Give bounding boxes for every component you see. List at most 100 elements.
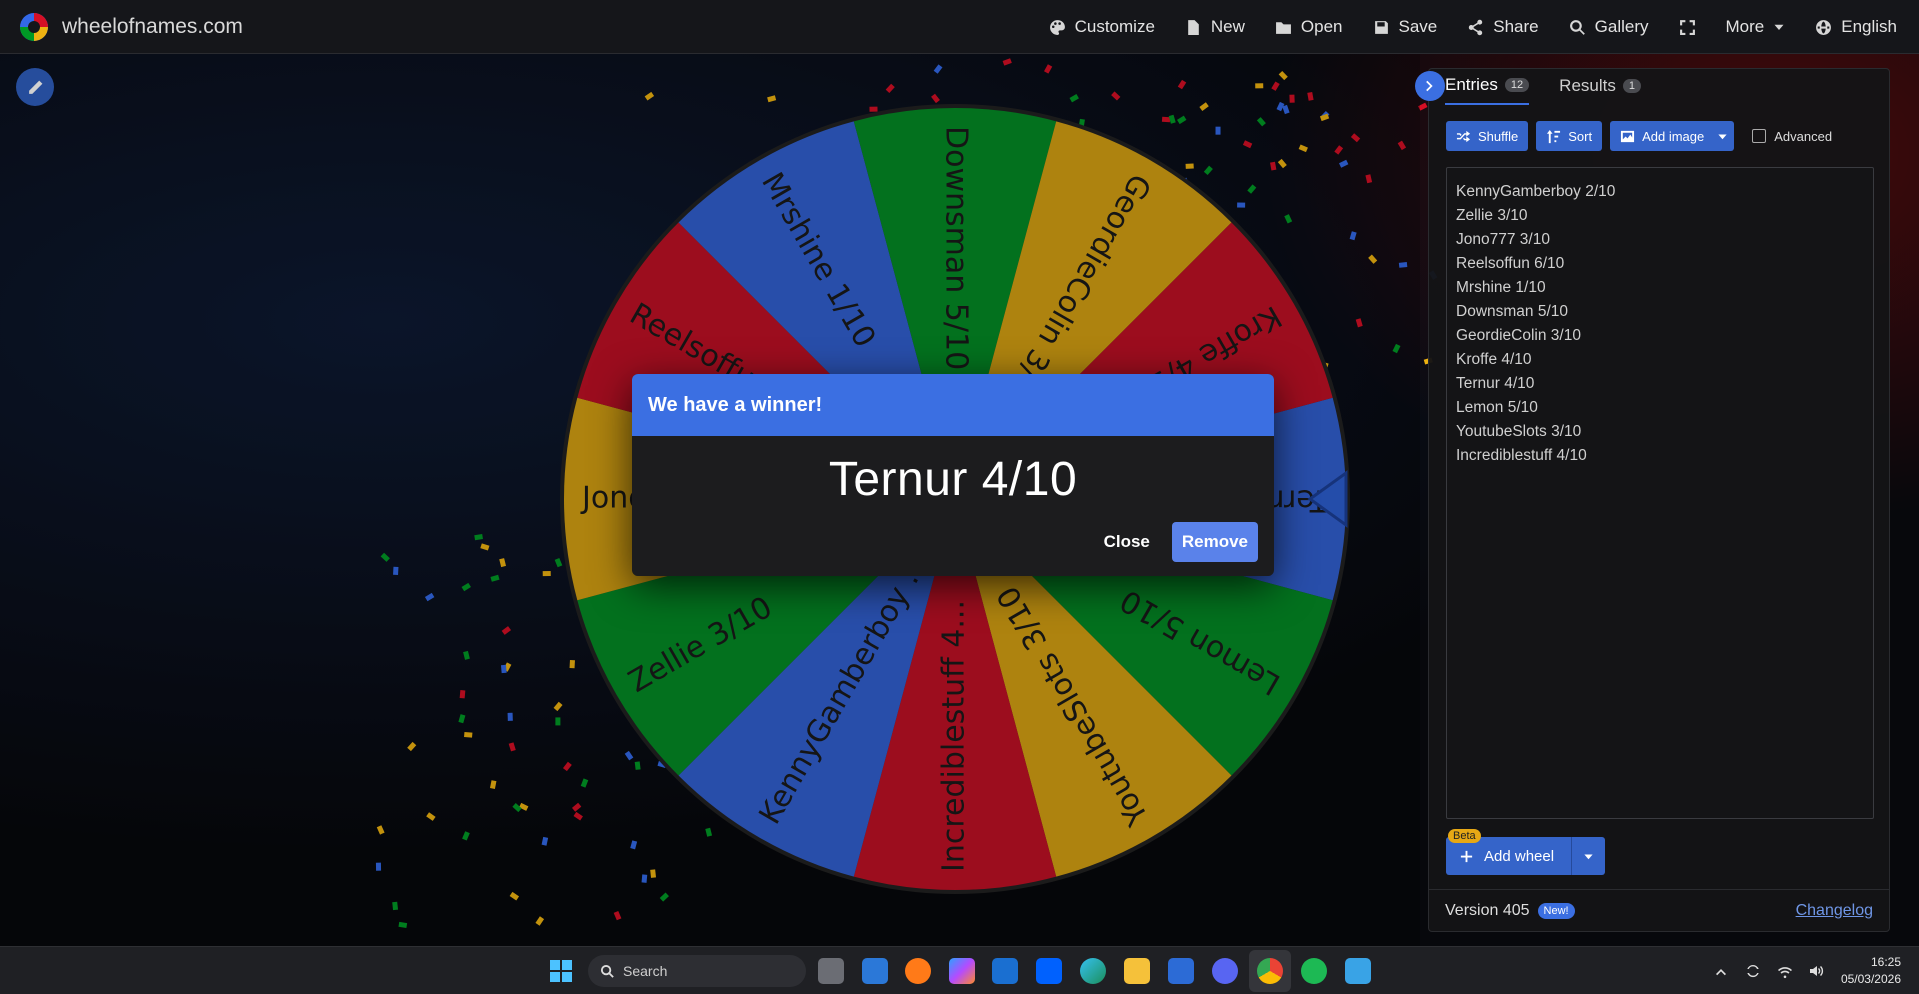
confetti-piece	[392, 901, 399, 911]
confetti-piece	[1418, 102, 1428, 111]
confetti-piece	[499, 558, 507, 568]
confetti-piece	[767, 95, 777, 103]
brand[interactable]: wheelofnames.com	[18, 11, 243, 43]
confetti-piece	[1368, 254, 1378, 264]
changelog-link[interactable]: Changelog	[1796, 902, 1873, 920]
file-icon	[1188, 19, 1199, 35]
confetti-piece	[1044, 64, 1053, 74]
menu-label: More	[1725, 17, 1765, 36]
copilot-icon[interactable]	[949, 958, 975, 984]
winner-dialog-actions: Close Remove	[1100, 522, 1258, 562]
volume-icon[interactable]	[1809, 963, 1825, 979]
mail-icon[interactable]	[1168, 958, 1194, 984]
confetti-piece	[885, 83, 895, 94]
menu-gallery[interactable]: Gallery	[1569, 17, 1649, 37]
confetti-piece	[490, 574, 500, 582]
notepad-icon[interactable]	[1345, 958, 1371, 984]
add-wheel-dropdown[interactable]	[1572, 837, 1605, 875]
advanced-toggle[interactable]: Advanced	[1752, 129, 1832, 144]
confetti-piece	[398, 921, 408, 929]
system-tray: 16:25 05/03/2026	[1713, 954, 1901, 988]
confetti-piece	[535, 916, 545, 926]
menu-share[interactable]: Share	[1467, 17, 1539, 37]
menu-new[interactable]: New	[1185, 17, 1245, 37]
clock-time: 16:25	[1870, 955, 1901, 969]
search-icon	[1569, 19, 1585, 35]
edit-wheel-button[interactable]	[16, 68, 54, 106]
sort-label: Sort	[1568, 128, 1593, 144]
chevron-right-icon	[1426, 80, 1433, 92]
discord-icon[interactable]	[1212, 958, 1238, 984]
caret-down-icon	[1774, 24, 1784, 30]
wheel-logo-icon	[20, 12, 48, 41]
top-menu: Customize New Open Save Share Gallery Mo…	[1049, 0, 1897, 54]
new-badge: New!	[1537, 902, 1575, 919]
store-icon[interactable]	[862, 958, 888, 984]
close-button[interactable]: Close	[1100, 524, 1154, 560]
tab-entries[interactable]: Entries 12	[1445, 75, 1530, 105]
confetti-piece	[933, 64, 943, 74]
remove-button[interactable]: Remove	[1171, 522, 1258, 562]
entry-line: Kroffe 4/10	[1456, 351, 1532, 368]
add-image-button[interactable]: Add image	[1610, 121, 1735, 151]
spotify-icon[interactable]	[1301, 958, 1327, 984]
confetti-piece	[507, 712, 513, 721]
confetti-piece	[407, 741, 417, 752]
task-view-icon[interactable]	[818, 958, 844, 984]
entry-line: Incrediblestuff 4/10	[1456, 447, 1587, 464]
confetti-piece	[1111, 91, 1121, 101]
panel-footer: Version 405 New! Changelog	[1429, 889, 1889, 931]
windows-start-icon[interactable]	[549, 959, 573, 983]
pencil-icon	[28, 80, 42, 94]
tab-label: Entries	[1445, 75, 1498, 94]
menu-fullscreen[interactable]	[1679, 19, 1696, 36]
entries-panel: Entries 12 Results 1 Shuffle Sort Add im…	[1415, 68, 1890, 932]
advanced-checkbox[interactable]	[1752, 129, 1767, 143]
menu-more[interactable]: More	[1726, 17, 1786, 37]
sync-icon[interactable]	[1745, 963, 1761, 979]
entries-textarea[interactable]: KennyGamberboy 2/10 Zellie 3/10 Jono777 3/…	[1446, 167, 1874, 819]
collapse-panel-button[interactable]	[1415, 71, 1445, 101]
dropbox-icon[interactable]	[1036, 958, 1062, 984]
confetti-piece	[480, 543, 490, 551]
confetti-piece	[458, 714, 466, 724]
clock[interactable]: 16:25 05/03/2026	[1841, 954, 1901, 988]
entries-count-badge: 12	[1504, 78, 1530, 92]
confetti-piece	[501, 626, 512, 635]
taskbar-search[interactable]: Search	[588, 955, 806, 987]
wifi-icon[interactable]	[1777, 963, 1793, 979]
app-icon[interactable]	[992, 958, 1018, 984]
chrome-icon[interactable]	[1257, 958, 1283, 984]
menu-label: Open	[1300, 17, 1343, 36]
chevron-up-icon[interactable]	[1713, 963, 1729, 979]
add-wheel-label: Add wheel	[1484, 847, 1555, 865]
sort-icon	[1547, 129, 1561, 143]
palette-icon	[1049, 19, 1065, 35]
confetti-piece	[1177, 79, 1187, 90]
sort-button[interactable]: Sort	[1536, 121, 1603, 151]
plus-icon	[1460, 850, 1473, 862]
confetti-piece	[1392, 343, 1401, 354]
confetti-piece	[541, 836, 549, 846]
confetti-piece	[1365, 174, 1373, 184]
shuffle-button[interactable]: Shuffle	[1446, 121, 1529, 151]
menu-language[interactable]: English	[1815, 17, 1897, 37]
menu-save[interactable]: Save	[1373, 17, 1437, 37]
confetti-piece	[1069, 94, 1079, 103]
menu-label: English	[1841, 17, 1897, 36]
confetti-piece	[462, 831, 470, 841]
confetti-piece	[463, 650, 470, 660]
edge-icon[interactable]	[1080, 958, 1106, 984]
file-explorer-icon[interactable]	[1124, 958, 1150, 984]
wheel-slice-label: Incrediblestuff 4...	[937, 600, 972, 872]
save-icon	[1374, 20, 1388, 34]
confetti-piece	[1278, 70, 1288, 81]
menu-open[interactable]: Open	[1275, 17, 1343, 37]
confetti-piece	[1271, 81, 1280, 91]
firefox-icon[interactable]	[905, 958, 931, 984]
entry-line: Reelsoffun 6/10	[1456, 255, 1565, 272]
menu-label: New	[1210, 17, 1245, 36]
menu-customize[interactable]: Customize	[1049, 17, 1155, 37]
confetti-piece	[509, 891, 520, 901]
tab-results[interactable]: Results 1	[1559, 75, 1641, 105]
